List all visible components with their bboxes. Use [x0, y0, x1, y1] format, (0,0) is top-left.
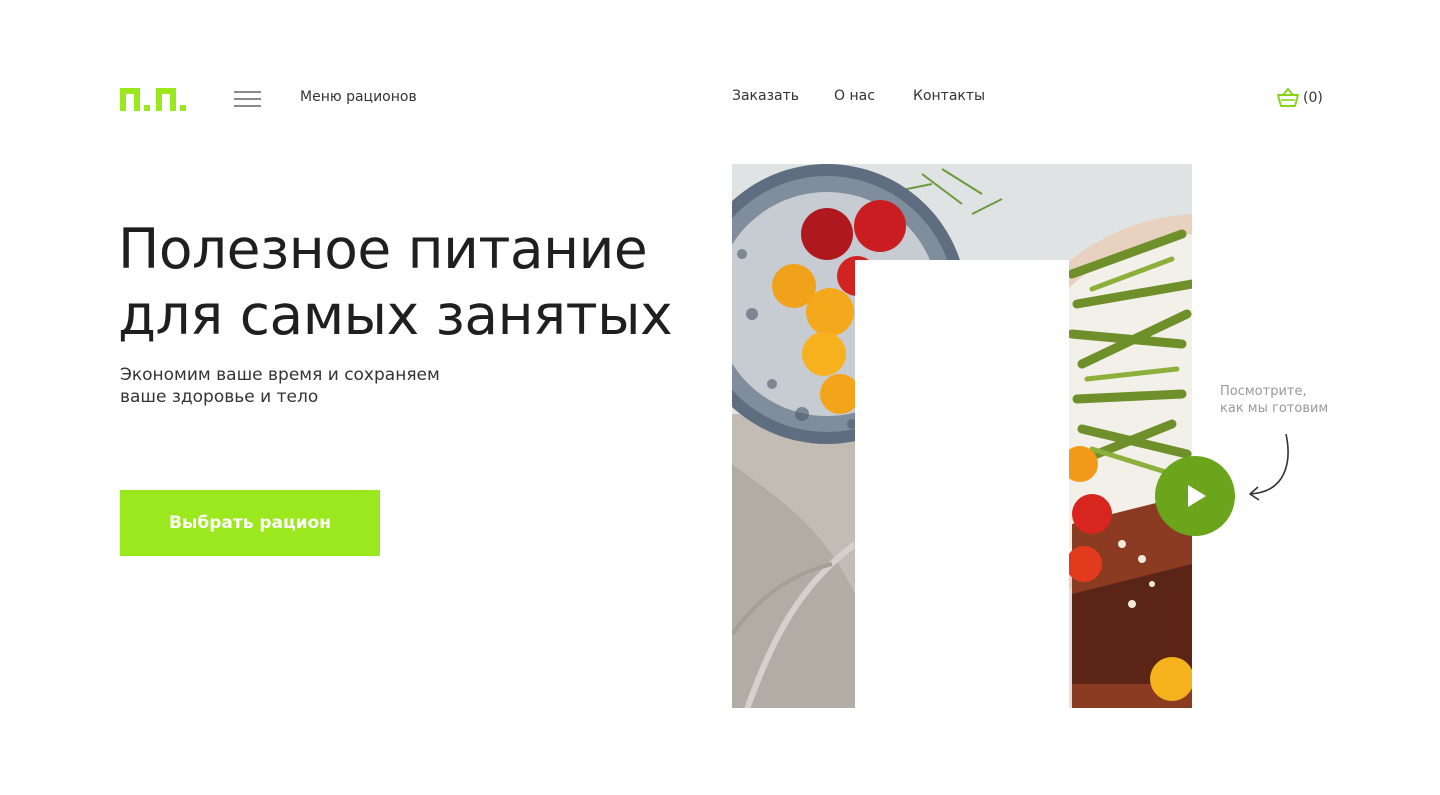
- watch-caption-line-1: Посмотрите,: [1220, 384, 1307, 399]
- logo-mark: [120, 88, 186, 111]
- hero-title: Полезное питание для самых занятых: [118, 216, 673, 348]
- watch-caption: Посмотрите, как мы готовим: [1220, 383, 1328, 417]
- hero-title-line-2: для самых занятых: [118, 283, 673, 347]
- basket-icon: [1277, 88, 1299, 107]
- nav-about[interactable]: О нас: [834, 88, 875, 104]
- cart-button[interactable]: (0): [1277, 88, 1323, 108]
- watch-caption-line-2: как мы готовим: [1220, 401, 1329, 416]
- play-video-button[interactable]: [1155, 456, 1235, 536]
- hero-subtitle: Экономим ваше время и сохраняем ваше здо…: [120, 364, 440, 408]
- cart-count: (0): [1303, 90, 1323, 106]
- nav-contacts[interactable]: Контакты: [913, 88, 985, 104]
- menu-icon[interactable]: [234, 89, 261, 107]
- logo[interactable]: [120, 84, 192, 114]
- choose-diet-button[interactable]: Выбрать рацион: [120, 490, 380, 556]
- diet-menu-link[interactable]: Меню рационов: [300, 89, 417, 105]
- curved-arrow-icon: [1249, 433, 1289, 501]
- play-icon: [1188, 485, 1206, 507]
- hero-subtitle-line-2: ваше здоровье и тело: [120, 387, 319, 407]
- nav-order[interactable]: Заказать: [732, 88, 799, 104]
- hero-food-photo: [732, 164, 1192, 708]
- hero-subtitle-line-1: Экономим ваше время и сохраняем: [120, 365, 440, 385]
- hero-title-line-1: Полезное питание: [118, 217, 648, 281]
